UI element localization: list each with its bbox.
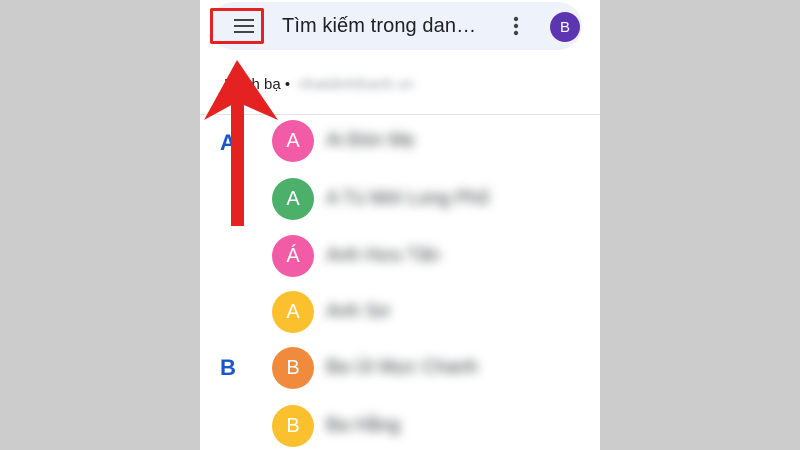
search-bar[interactable]: Tìm kiếm trong dan… B	[210, 2, 582, 50]
contact-name: Ai Đón Mẹ	[326, 130, 415, 151]
contact-avatar: B	[272, 347, 314, 389]
contact-row[interactable]: A Ai Đón Mẹ	[272, 120, 592, 162]
account-avatar[interactable]: B	[550, 12, 580, 42]
contact-row[interactable]: Á Anh Hưu Tấn	[272, 235, 592, 277]
contact-name: Anh Sơ	[326, 301, 391, 322]
contact-avatar: B	[272, 405, 314, 447]
section-letter-b: B	[220, 355, 236, 380]
contact-avatar: A	[272, 291, 314, 333]
contact-row[interactable]: B Ba Út Mực Chanh	[272, 347, 592, 389]
search-placeholder[interactable]: Tìm kiếm trong dan…	[282, 15, 476, 38]
contact-name: Ba Hằng	[326, 415, 400, 436]
contact-row[interactable]: A A Tú Mới Long Phố	[272, 178, 592, 220]
contact-name: Ba Út Mực Chanh	[326, 357, 479, 378]
contact-row[interactable]: B Ba Hằng	[272, 405, 592, 447]
more-vertical-icon	[513, 16, 519, 36]
menu-highlight-box	[210, 8, 264, 44]
more-options-button[interactable]	[504, 14, 528, 38]
contact-name: A Tú Mới Long Phố	[326, 188, 490, 209]
account-email: nhatdinhthanh.vn	[298, 76, 414, 93]
red-up-arrow-annotation	[204, 60, 278, 226]
contact-row[interactable]: A Anh Sơ	[272, 291, 592, 333]
contact-name: Anh Hưu Tấn	[326, 245, 440, 266]
contact-avatar: Á	[272, 235, 314, 277]
